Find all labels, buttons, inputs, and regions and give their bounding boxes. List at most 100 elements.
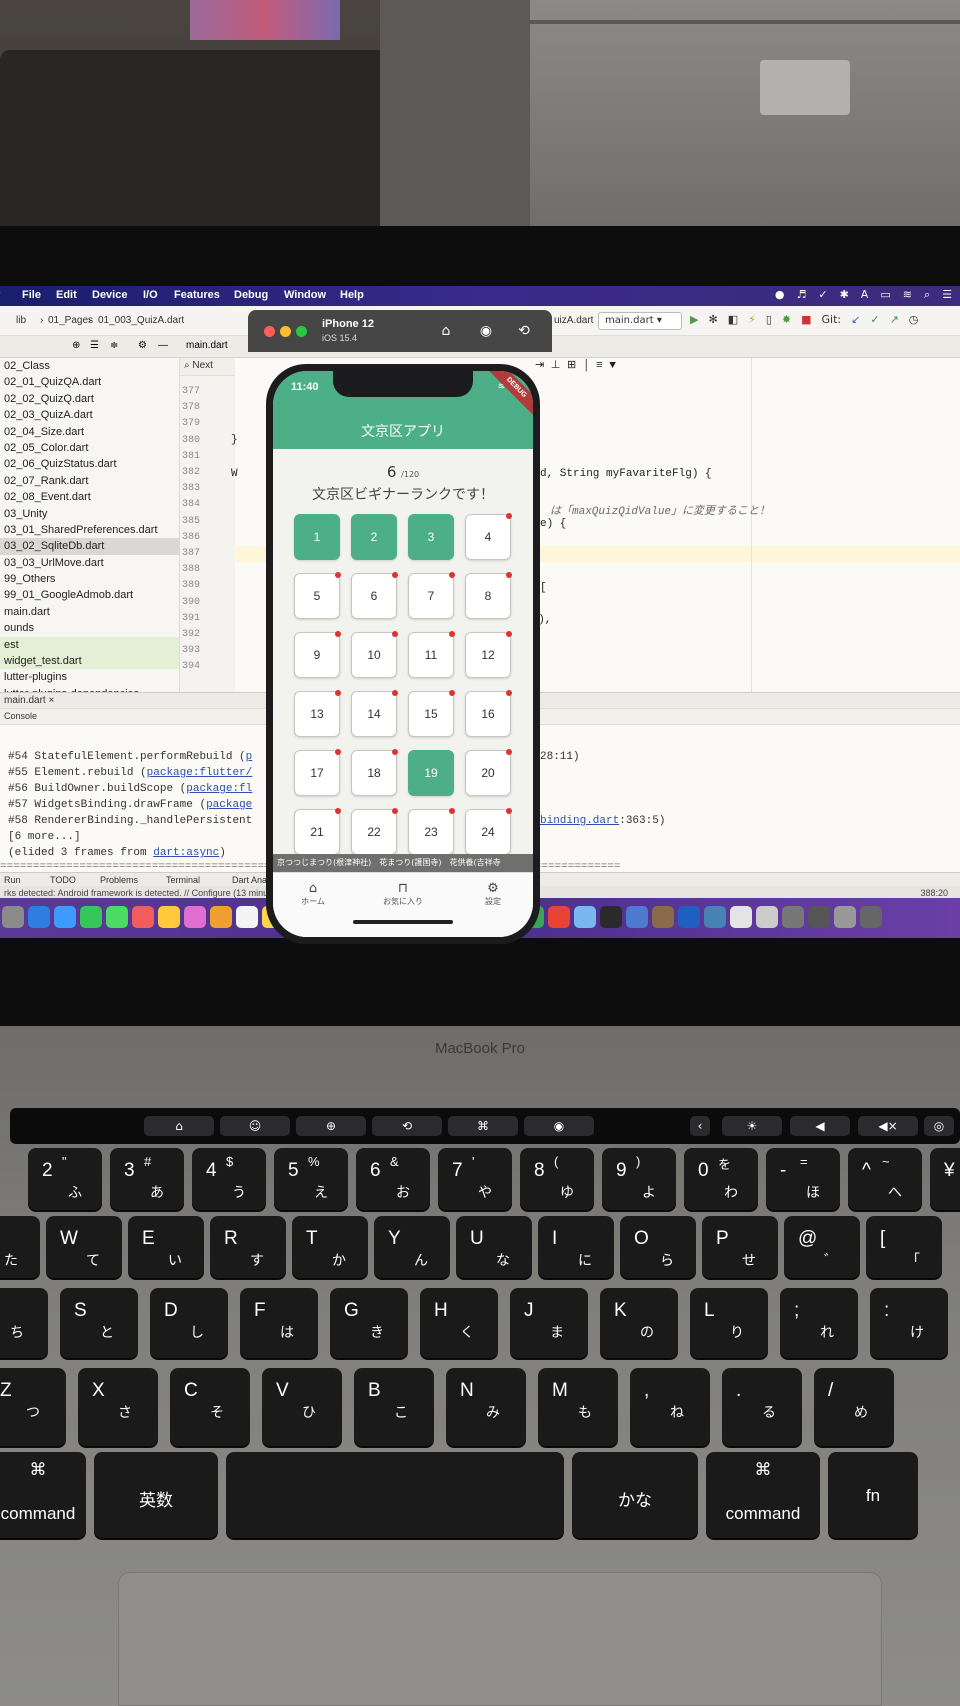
key-row2-2[interactable]: Eい bbox=[128, 1216, 204, 1278]
menu-debug[interactable]: Debug bbox=[234, 289, 268, 301]
quiz-tile[interactable]: 15 bbox=[408, 690, 455, 737]
dock-app-icon[interactable] bbox=[730, 906, 752, 928]
quiz-tile[interactable]: 22 bbox=[351, 808, 398, 855]
quiz-tile[interactable]: 9 bbox=[294, 631, 341, 678]
touchbar-mic-icon[interactable]: ⊕ bbox=[296, 1116, 366, 1136]
dock-app-icon[interactable] bbox=[106, 906, 128, 928]
dock-app-icon[interactable] bbox=[808, 906, 830, 928]
dock-app-icon[interactable] bbox=[626, 906, 648, 928]
touchbar-brightness-icon[interactable]: ☀ bbox=[722, 1116, 782, 1136]
quiz-tile[interactable]: 10 bbox=[351, 631, 398, 678]
menu-features[interactable]: Features bbox=[174, 289, 220, 301]
tree-item[interactable]: 03_03_UrlMove.dart bbox=[0, 555, 179, 571]
key-row3-1[interactable]: Sと bbox=[60, 1288, 138, 1358]
nav-favorites[interactable]: ⊓ お気に入り bbox=[368, 881, 438, 907]
home-icon[interactable]: ⌂ bbox=[436, 321, 456, 341]
quiz-tile[interactable]: 19 bbox=[408, 750, 454, 796]
key-row2-3[interactable]: Rす bbox=[210, 1216, 286, 1278]
tab-problems[interactable]: Problems bbox=[100, 875, 138, 885]
tree-item[interactable]: 02_04_Size.dart bbox=[0, 424, 179, 440]
tree-item[interactable]: 99_01_GoogleAdmob.dart bbox=[0, 587, 179, 603]
key-row2-6[interactable]: Uな bbox=[456, 1216, 532, 1278]
quiz-tile[interactable]: 24 bbox=[465, 808, 512, 855]
key-row3-10[interactable]: :け bbox=[870, 1288, 948, 1358]
dock-app-icon[interactable] bbox=[28, 906, 50, 928]
key-row4-7[interactable]: ,ね bbox=[630, 1368, 710, 1446]
quiz-tile[interactable]: 11 bbox=[408, 631, 455, 678]
bug-icon[interactable]: ✸ bbox=[782, 313, 791, 326]
quiz-tile[interactable]: 7 bbox=[408, 572, 455, 619]
tree-item[interactable]: ounds bbox=[0, 620, 179, 636]
key-row2-9[interactable]: Pせ bbox=[702, 1216, 778, 1278]
key-row4-3[interactable]: Vひ bbox=[262, 1368, 342, 1446]
key-fn[interactable]: fn bbox=[828, 1452, 918, 1538]
dock-app-icon[interactable] bbox=[860, 906, 882, 928]
quiz-tile[interactable]: 1 bbox=[294, 514, 340, 560]
key-row4-8[interactable]: .る bbox=[722, 1368, 802, 1446]
menu-edit[interactable]: Edit bbox=[56, 289, 77, 301]
console-tab[interactable]: Console bbox=[4, 711, 37, 721]
breadcrumb-lib[interactable]: lib bbox=[16, 315, 26, 326]
key-row3-3[interactable]: Fは bbox=[240, 1288, 318, 1358]
key-row3-2[interactable]: Dし bbox=[150, 1288, 228, 1358]
key-row4-5[interactable]: Nみ bbox=[446, 1368, 526, 1446]
key-row1-4[interactable]: 6 お & bbox=[356, 1148, 430, 1210]
quiz-tile[interactable]: 23 bbox=[408, 808, 455, 855]
key-row1-10[interactable]: ^ へ ~ bbox=[848, 1148, 922, 1210]
coverage-icon[interactable]: ◧ bbox=[728, 313, 738, 326]
key-row1-2[interactable]: 4 う $ bbox=[192, 1148, 266, 1210]
key-row2-0[interactable]: た bbox=[0, 1216, 40, 1278]
menu-io[interactable]: I/O bbox=[143, 289, 158, 301]
commit-icon[interactable]: ✓ bbox=[870, 313, 879, 326]
rotate-icon[interactable]: ⟲ bbox=[514, 321, 534, 341]
control-center-icon[interactable]: ☰ bbox=[942, 288, 952, 302]
quiz-tile[interactable]: 16 bbox=[465, 690, 512, 737]
tree-item[interactable]: 02_02_QuizQ.dart bbox=[0, 391, 179, 407]
trace-elided-link[interactable]: dart:async bbox=[153, 847, 219, 859]
dock-app-icon[interactable] bbox=[574, 906, 596, 928]
stack-frame-link[interactable]: package:flutter/ bbox=[147, 767, 253, 779]
key-row3-4[interactable]: Gき bbox=[330, 1288, 408, 1358]
key-row3-8[interactable]: Lり bbox=[690, 1288, 768, 1358]
tree-item[interactable]: est bbox=[0, 636, 179, 654]
key-command-left[interactable]: ⌘ command bbox=[0, 1452, 86, 1538]
bluetooth-icon[interactable]: ✱ bbox=[840, 288, 849, 302]
target-icon[interactable]: ⊕ bbox=[72, 340, 80, 351]
key-row3-9[interactable]: ; れ bbox=[780, 1288, 858, 1358]
key-row2-7[interactable]: Iに bbox=[538, 1216, 614, 1278]
tab-main-dart[interactable]: main.dart bbox=[186, 340, 228, 351]
key-row3-5[interactable]: Hく bbox=[420, 1288, 498, 1358]
dock-app-icon[interactable] bbox=[600, 906, 622, 928]
device-icon[interactable]: ▯ bbox=[766, 313, 772, 326]
tree-item[interactable]: 03_02_SqliteDb.dart bbox=[0, 538, 179, 555]
run-tab-file[interactable]: main.dart bbox=[4, 695, 46, 706]
key-row2-11[interactable]: [「 bbox=[866, 1216, 942, 1278]
dock-app-icon[interactable] bbox=[548, 906, 570, 928]
find-bar[interactable]: ⌕ Next bbox=[180, 358, 235, 376]
key-command-right[interactable]: ⌘ command bbox=[706, 1452, 820, 1538]
nav-home[interactable]: ⌂ ホーム bbox=[278, 881, 348, 907]
key-row1-7[interactable]: 9 よ) bbox=[602, 1148, 676, 1210]
dock-app-icon[interactable] bbox=[756, 906, 778, 928]
key-row1-5[interactable]: 7 や ' bbox=[438, 1148, 512, 1210]
trackpad[interactable] bbox=[118, 1572, 882, 1706]
tree-item[interactable]: 03_Unity bbox=[0, 506, 179, 522]
stack-frame-link[interactable]: package:fl bbox=[186, 783, 252, 795]
input-source-icon[interactable]: A bbox=[861, 288, 869, 302]
key-row4-2[interactable]: Cそ bbox=[170, 1368, 250, 1446]
tree-item[interactable]: 03_01_SharedPreferences.dart bbox=[0, 522, 179, 538]
tree-item[interactable]: 99_Others bbox=[0, 571, 179, 587]
key-eisu[interactable]: 英数 bbox=[94, 1452, 218, 1538]
key-row1-6[interactable]: 8 ゆ( bbox=[520, 1148, 594, 1210]
dock-app-icon[interactable] bbox=[184, 906, 206, 928]
dock-app-icon[interactable] bbox=[158, 906, 180, 928]
collapse-icon[interactable]: ☰ bbox=[90, 340, 99, 351]
debug-icon[interactable]: ✻ bbox=[708, 313, 717, 326]
touchbar-chevron-icon[interactable]: ‹ bbox=[690, 1116, 710, 1136]
quiz-tile[interactable]: 12 bbox=[465, 631, 512, 678]
touchbar-home-icon[interactable]: ⌂ bbox=[144, 1116, 214, 1136]
dock-app-icon[interactable] bbox=[704, 906, 726, 928]
quiz-tile[interactable]: 17 bbox=[294, 749, 341, 796]
close-button[interactable] bbox=[264, 326, 275, 337]
touchbar-mute-icon[interactable]: ◀× bbox=[858, 1116, 918, 1136]
